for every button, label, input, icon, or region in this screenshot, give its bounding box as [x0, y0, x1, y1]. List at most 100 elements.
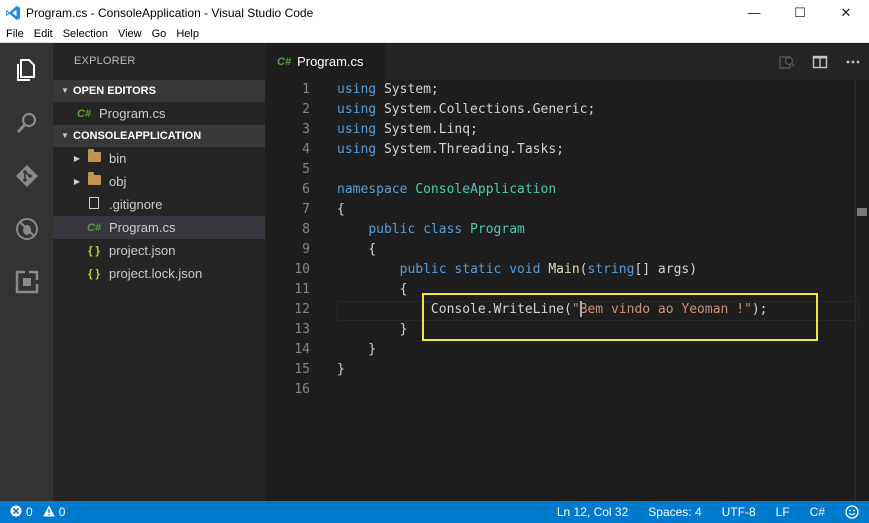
tree-item-bin[interactable]: ▶ bin: [53, 147, 265, 170]
project-header[interactable]: ▼ CONSOLEAPPLICATION: [53, 125, 265, 147]
explorer-icon[interactable]: [0, 43, 53, 96]
keyword-token: public class: [368, 222, 463, 237]
more-actions-button[interactable]: [836, 43, 869, 80]
code-token: System.Collections.Generic;: [376, 102, 596, 117]
menu-selection[interactable]: Selection: [59, 28, 114, 40]
menu-go[interactable]: Go: [148, 28, 173, 40]
close-window-button[interactable]: ✕: [823, 0, 869, 25]
line-number-gutter: 1 2 3 4 5 6 7 8 9 10 11 12 13 14 15 16: [265, 80, 325, 501]
line-number: 4: [302, 142, 310, 157]
json-file-icon: { }: [88, 267, 100, 280]
cursor-position-marker: [857, 208, 867, 216]
code-line: using System.Threading.Tasks;: [337, 140, 564, 160]
more-icon: [846, 60, 859, 63]
json-file-icon: { }: [88, 244, 100, 257]
code-line: using System.Linq;: [337, 120, 478, 140]
line-number: 10: [294, 262, 310, 277]
error-count: 0: [26, 505, 33, 519]
line-number: 2: [302, 102, 310, 117]
git-icon[interactable]: [0, 149, 53, 202]
vertical-scrollbar[interactable]: [855, 80, 869, 501]
eol-status[interactable]: LF: [766, 501, 800, 523]
debug-icon[interactable]: [0, 202, 53, 255]
split-editor-icon: [812, 55, 827, 68]
explorer-sidebar: EXPLORER ▼ OPEN EDITORS C# Program.cs ▼ …: [53, 43, 265, 501]
tree-item-label: Program.cs: [109, 220, 176, 235]
folder-icon: [83, 149, 105, 165]
menu-file[interactable]: File: [2, 28, 30, 40]
code-area[interactable]: using System; using System.Collections.G…: [337, 80, 857, 501]
annotation-highlight-box: [422, 293, 818, 341]
tree-item-program-cs[interactable]: C# Program.cs: [53, 216, 265, 239]
menu-bar: File Edit Selection View Go Help: [0, 25, 869, 43]
error-icon: [10, 505, 22, 520]
menu-edit[interactable]: Edit: [30, 28, 59, 40]
code-line: public static void Main(string[] args): [337, 260, 697, 280]
code-line: {: [337, 242, 377, 257]
tree-item-gitignore[interactable]: .gitignore: [53, 193, 265, 216]
maximize-button[interactable]: ☐: [777, 0, 823, 25]
line-number: 6: [302, 182, 310, 197]
tree-item-project-json[interactable]: { } project.json: [53, 239, 265, 262]
folder-icon: [83, 172, 105, 188]
language-mode-status[interactable]: C#: [800, 501, 835, 523]
window-title: Program.cs - ConsoleApplication - Visual…: [26, 5, 314, 20]
minimize-icon: —: [747, 5, 761, 20]
tree-item-label: project.json: [109, 243, 176, 258]
code-line: using System;: [337, 80, 439, 100]
csharp-file-icon: C#: [76, 107, 92, 120]
code-token: [] args): [634, 262, 698, 277]
search-icon[interactable]: [0, 96, 53, 149]
chevron-right-icon: ▶: [73, 154, 81, 163]
menu-help[interactable]: Help: [172, 28, 205, 40]
line-number: 16: [294, 382, 310, 397]
feedback-button[interactable]: [835, 501, 869, 523]
open-changes-button[interactable]: [770, 43, 803, 80]
maximize-icon: ☐: [794, 4, 806, 20]
tree-item-project-lock-json[interactable]: { } project.lock.json: [53, 262, 265, 285]
code-line: using System.Collections.Generic;: [337, 100, 595, 120]
minimize-button[interactable]: —: [731, 0, 777, 25]
indentation-status[interactable]: Spaces: 4: [638, 501, 711, 523]
code-token: System.Threading.Tasks;: [376, 142, 564, 157]
split-editor-button[interactable]: [803, 43, 836, 80]
line-number: 14: [294, 342, 310, 357]
csharp-file-icon: C#: [277, 55, 292, 68]
line-number: 1: [302, 82, 310, 97]
function-token: Main: [540, 262, 580, 277]
extensions-icon[interactable]: [0, 255, 53, 308]
tree-item-obj[interactable]: ▶ obj: [53, 170, 265, 193]
cursor-position-status[interactable]: Ln 12, Col 32: [547, 501, 638, 523]
editor-tab-bar: C# Program.cs: [265, 43, 869, 80]
status-bar: 0 0 Ln 12, Col 32 Spaces: 4 UTF-8 LF C#: [0, 501, 869, 523]
encoding-status[interactable]: UTF-8: [712, 501, 766, 523]
tree-item-label: project.lock.json: [109, 266, 203, 281]
tree-item-label: .gitignore: [109, 197, 163, 212]
code-line: }: [337, 362, 345, 377]
open-editors-header[interactable]: ▼ OPEN EDITORS: [53, 80, 265, 102]
vscode-logo-icon: [0, 0, 26, 25]
open-editor-label: Program.cs: [99, 106, 166, 121]
tab-program-cs[interactable]: C# Program.cs: [265, 43, 385, 80]
warning-icon: [42, 505, 55, 520]
chevron-right-icon: ▶: [73, 177, 81, 186]
code-editor[interactable]: 1 2 3 4 5 6 7 8 9 10 11 12 13 14 15 16 u…: [265, 80, 869, 501]
warning-count: 0: [58, 505, 66, 519]
chevron-down-icon: ▼: [61, 86, 69, 95]
sidebar-title: EXPLORER: [74, 55, 136, 67]
line-number: 12: [294, 302, 310, 317]
project-label: CONSOLEAPPLICATION: [73, 130, 202, 142]
line-number: 3: [302, 122, 310, 137]
open-editors-label: OPEN EDITORS: [73, 85, 156, 97]
problems-status[interactable]: 0 0: [0, 505, 75, 520]
tree-item-label: obj: [109, 174, 127, 189]
code-line: {: [337, 202, 345, 217]
keyword-token: using: [337, 82, 377, 97]
line-number: 13: [294, 322, 310, 337]
open-editor-item[interactable]: C# Program.cs: [53, 102, 265, 125]
keyword-token: namespace: [337, 182, 408, 197]
menu-view[interactable]: View: [114, 28, 148, 40]
tab-label: Program.cs: [297, 54, 364, 69]
